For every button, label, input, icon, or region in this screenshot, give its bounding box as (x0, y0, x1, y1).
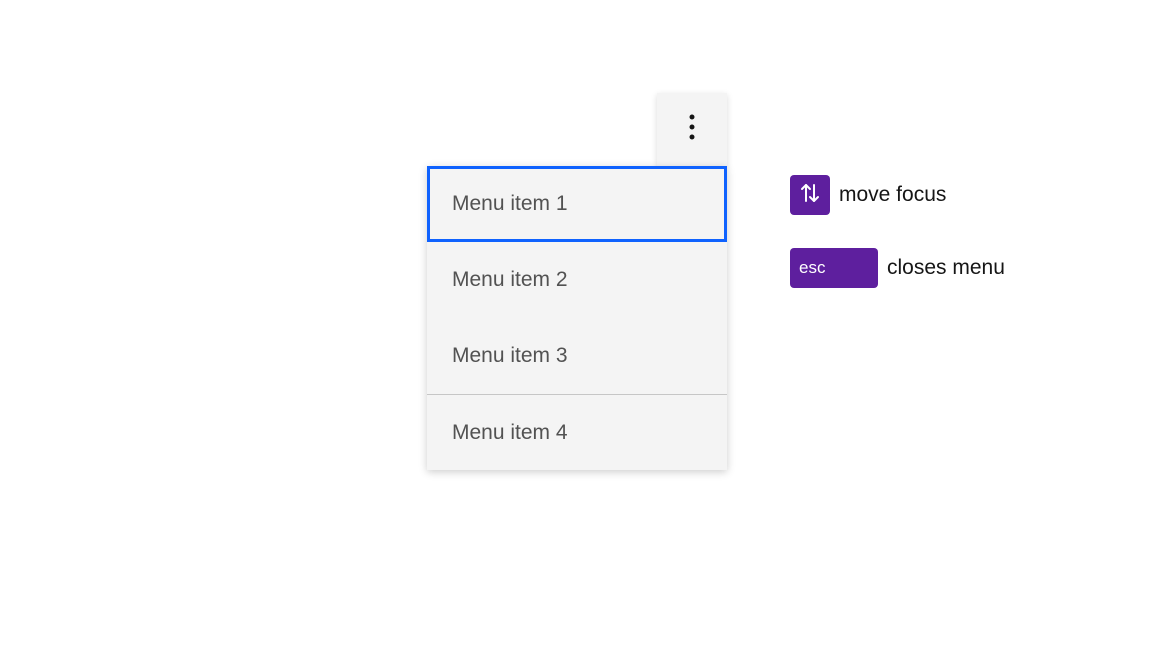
esc-key-text: esc (799, 258, 825, 278)
menu-item-2[interactable]: Menu item 2 (427, 242, 727, 318)
keyboard-hints: move focus esc closes menu (790, 175, 1005, 288)
menu-item-label: Menu item 2 (452, 268, 568, 292)
up-down-arrows-key-badge (790, 175, 830, 215)
overflow-menu: Menu item 1 Menu item 2 Menu item 3 Menu… (427, 166, 727, 470)
menu-item-label: Menu item 4 (452, 421, 568, 445)
kebab-menu-icon (682, 112, 702, 147)
menu-item-4[interactable]: Menu item 4 (427, 394, 727, 470)
overflow-menu-trigger[interactable] (657, 93, 727, 166)
menu-item-label: Menu item 1 (452, 192, 568, 216)
menu-item-1[interactable]: Menu item 1 (427, 166, 727, 242)
menu-item-label: Menu item 3 (452, 344, 568, 368)
hint-esc: esc closes menu (790, 248, 1005, 288)
hint-esc-label: closes menu (887, 256, 1005, 280)
hint-arrows: move focus (790, 175, 1005, 215)
overflow-menu-container: Menu item 1 Menu item 2 Menu item 3 Menu… (427, 93, 727, 470)
menu-item-3[interactable]: Menu item 3 (427, 318, 727, 394)
hint-arrows-label: move focus (839, 183, 946, 207)
up-down-arrows-icon (799, 182, 821, 209)
esc-key-badge: esc (790, 248, 878, 288)
